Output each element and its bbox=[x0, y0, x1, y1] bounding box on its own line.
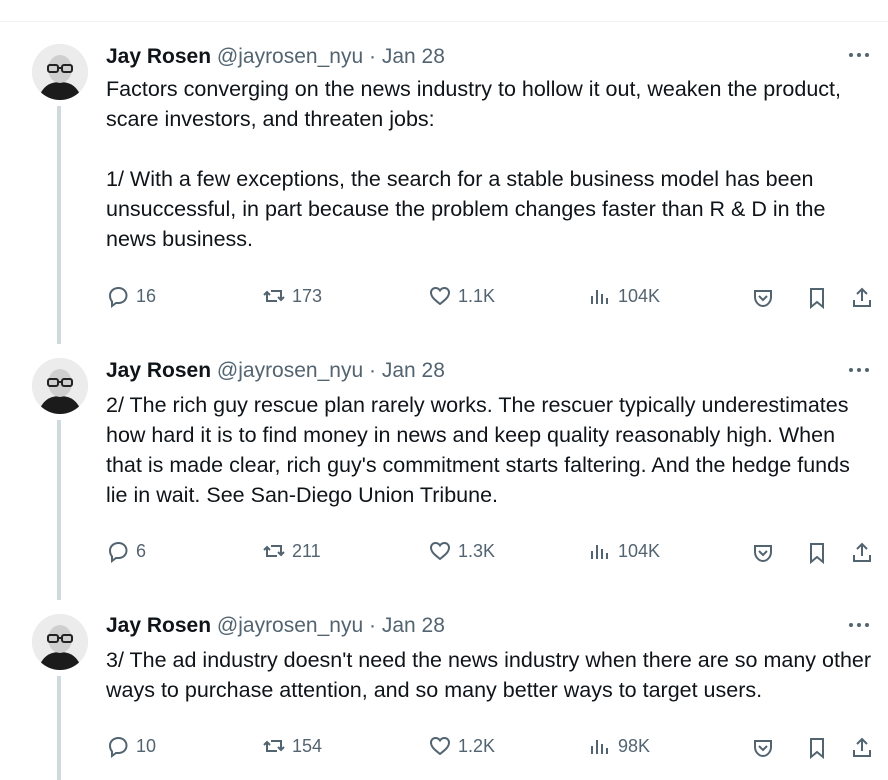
pocket-save-icon bbox=[754, 290, 772, 308]
share-button[interactable] bbox=[850, 286, 874, 315]
tweet-header: Jay Rosen @jayrosen_nyu · Jan 28 bbox=[106, 613, 445, 639]
repost-count: 211 bbox=[292, 540, 321, 561]
view-count: 104K bbox=[618, 540, 661, 561]
more-dots-icon[interactable] bbox=[849, 365, 875, 375]
pocket-save-button[interactable] bbox=[751, 541, 775, 570]
thread-connector bbox=[57, 106, 61, 344]
reply-count: 16 bbox=[136, 285, 157, 306]
author-handle[interactable]: @jayrosen_nyu bbox=[217, 614, 363, 637]
reply-icon bbox=[108, 541, 128, 563]
pocket-save-button[interactable] bbox=[751, 286, 775, 315]
more-dots-icon[interactable] bbox=[849, 620, 875, 630]
share-button[interactable] bbox=[850, 541, 874, 570]
bookmark-button[interactable] bbox=[805, 286, 829, 315]
tweet-header: Jay Rosen @jayrosen_nyu · Jan 28 bbox=[106, 358, 445, 384]
views-button[interactable]: 98K bbox=[588, 734, 650, 758]
avatar[interactable] bbox=[32, 44, 88, 100]
bookmark-icon bbox=[810, 543, 824, 565]
repost-button[interactable]: 154 bbox=[262, 734, 322, 758]
reply-button[interactable]: 10 bbox=[106, 734, 156, 758]
thread-connector bbox=[57, 676, 61, 780]
tweet-date[interactable]: Jan 28 bbox=[382, 359, 445, 382]
views-chart-icon bbox=[591, 290, 608, 304]
avatar[interactable] bbox=[32, 358, 88, 414]
share-icon bbox=[853, 287, 871, 307]
separator-dot: · bbox=[368, 359, 376, 382]
share-icon bbox=[853, 542, 871, 562]
view-count: 98K bbox=[618, 735, 651, 756]
repost-icon bbox=[263, 545, 285, 557]
avatar[interactable] bbox=[32, 614, 88, 670]
like-button[interactable]: 1.3K bbox=[428, 539, 495, 563]
repost-button[interactable]: 211 bbox=[262, 539, 321, 563]
more-dots-icon[interactable] bbox=[849, 50, 875, 60]
like-count: 1.3K bbox=[458, 540, 496, 561]
like-button[interactable]: 1.1K bbox=[428, 284, 495, 308]
tweet-text: 2/ The rich guy rescue plan rarely works… bbox=[106, 393, 850, 507]
thread-connector bbox=[57, 420, 61, 600]
author-name[interactable]: Jay Rosen bbox=[106, 614, 211, 637]
reply-button[interactable]: 6 bbox=[106, 539, 146, 563]
share-icon bbox=[853, 737, 871, 757]
bookmark-icon bbox=[810, 738, 824, 760]
author-name[interactable]: Jay Rosen bbox=[106, 359, 211, 382]
author-handle[interactable]: @jayrosen_nyu bbox=[217, 45, 363, 68]
heart-icon bbox=[429, 286, 451, 306]
views-button[interactable]: 104K bbox=[588, 539, 660, 563]
tweet-header: Jay Rosen @jayrosen_nyu · Jan 28 bbox=[106, 44, 445, 70]
reply-count: 6 bbox=[136, 540, 147, 561]
bookmark-icon bbox=[810, 288, 824, 310]
pocket-save-icon bbox=[754, 740, 772, 758]
repost-count: 173 bbox=[292, 285, 323, 306]
repost-icon bbox=[263, 740, 285, 752]
pocket-save-icon bbox=[754, 545, 772, 563]
reply-icon bbox=[108, 736, 128, 758]
separator-dot: · bbox=[368, 45, 376, 68]
tweet-text: 3/ The ad industry doesn't need the news… bbox=[106, 648, 872, 702]
like-button[interactable]: 1.2K bbox=[428, 734, 495, 758]
heart-icon bbox=[429, 736, 451, 756]
repost-count: 154 bbox=[292, 735, 323, 756]
reply-button[interactable]: 16 bbox=[106, 284, 156, 308]
share-button[interactable] bbox=[850, 736, 874, 765]
author-name[interactable]: Jay Rosen bbox=[106, 45, 211, 68]
like-count: 1.2K bbox=[458, 735, 496, 756]
heart-icon bbox=[429, 541, 451, 561]
top-divider bbox=[0, 21, 888, 22]
reply-count: 10 bbox=[136, 735, 157, 756]
repost-button[interactable]: 173 bbox=[262, 284, 322, 308]
reply-icon bbox=[108, 286, 128, 308]
bookmark-button[interactable] bbox=[805, 736, 829, 765]
views-chart-icon bbox=[591, 545, 608, 559]
like-count: 1.1K bbox=[458, 285, 496, 306]
tweet-date[interactable]: Jan 28 bbox=[382, 45, 445, 68]
repost-icon bbox=[263, 290, 285, 302]
separator-dot: · bbox=[368, 614, 376, 637]
view-count: 104K bbox=[618, 285, 661, 306]
author-handle[interactable]: @jayrosen_nyu bbox=[217, 359, 363, 382]
views-chart-icon bbox=[591, 740, 608, 754]
tweet-text: Factors converging on the news industry … bbox=[106, 77, 841, 251]
tweet-date[interactable]: Jan 28 bbox=[382, 614, 445, 637]
views-button[interactable]: 104K bbox=[588, 284, 660, 308]
pocket-save-button[interactable] bbox=[751, 736, 775, 765]
bookmark-button[interactable] bbox=[805, 541, 829, 570]
